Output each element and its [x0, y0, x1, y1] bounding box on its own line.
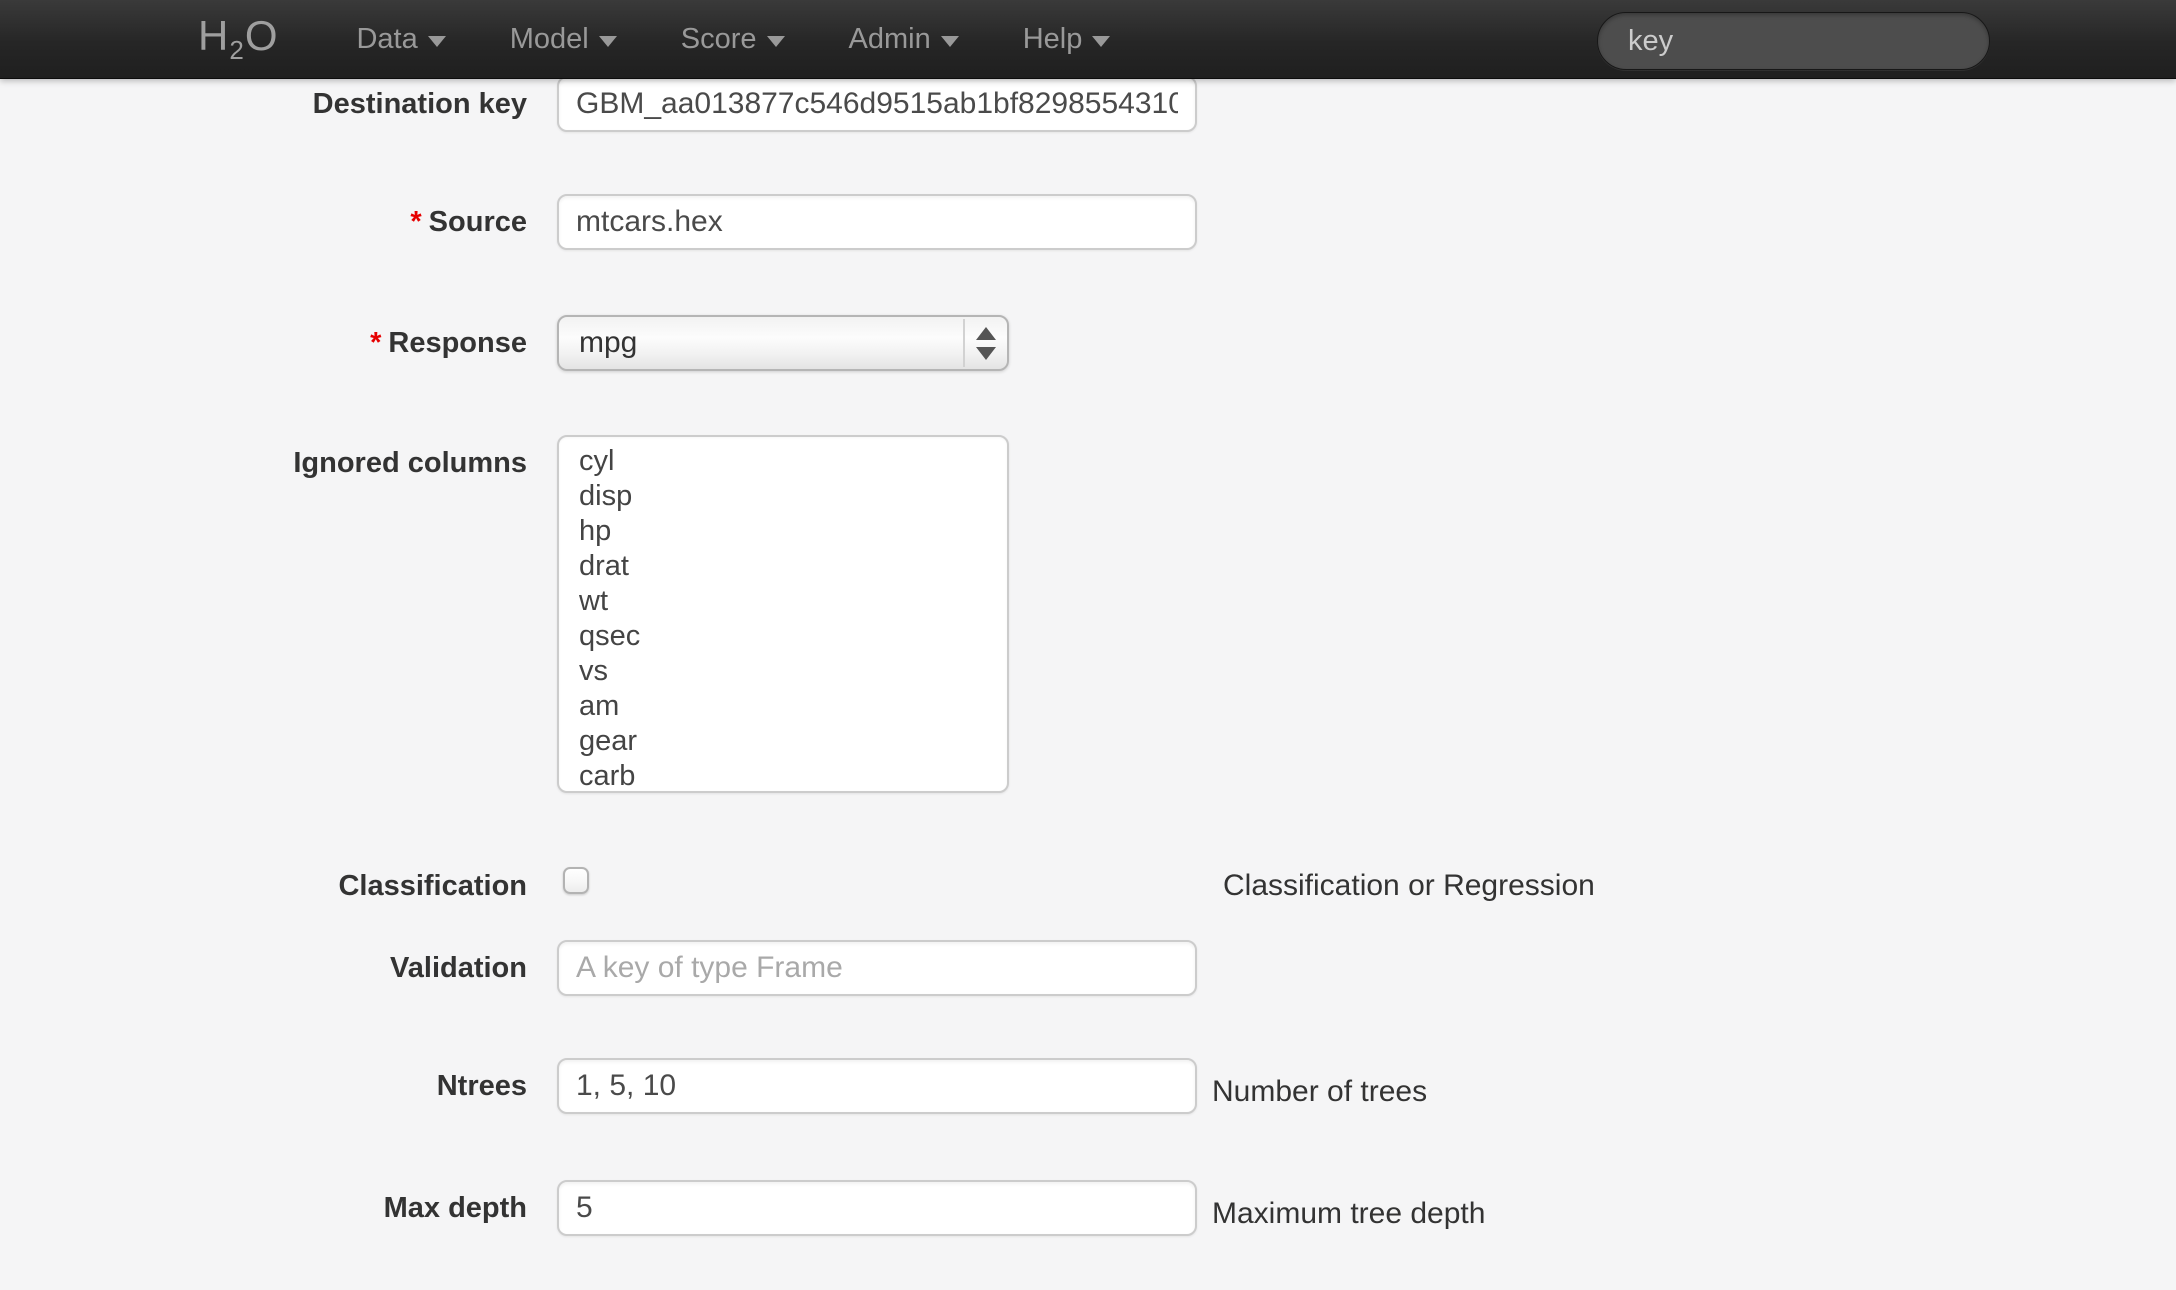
label-classification: Classification [0, 858, 527, 914]
nav-item-score[interactable]: Score [649, 0, 817, 79]
logo-o: O [245, 12, 279, 59]
ntrees-input[interactable] [557, 1058, 1197, 1114]
response-select-value: mpg [579, 326, 637, 360]
label-validation: Validation [0, 940, 527, 996]
listbox-option[interactable]: hp [559, 514, 1007, 549]
listbox-option[interactable]: drat [559, 549, 1007, 584]
listbox-option[interactable]: disp [559, 479, 1007, 514]
caret-down-icon [428, 36, 446, 47]
caret-down-icon [941, 36, 959, 47]
h2o-logo[interactable]: H2O [198, 12, 278, 66]
listbox-option[interactable]: gear [559, 724, 1007, 759]
label-source: *Source [0, 194, 527, 250]
caret-down-icon [1092, 36, 1110, 47]
logo-sub: 2 [229, 35, 244, 65]
navbar-search-input[interactable] [1597, 12, 1990, 70]
caret-down-icon [599, 36, 617, 47]
listbox-option[interactable]: vs [559, 654, 1007, 689]
nav-item-model-label: Model [510, 23, 589, 56]
listbox-option[interactable]: cyl [559, 444, 1007, 479]
response-select[interactable]: mpg [557, 315, 1009, 371]
destination-key-input[interactable] [557, 76, 1197, 132]
label-response-text: Response [388, 327, 527, 359]
ignored-columns-listbox[interactable]: cyldisphpdratwtqsecvsamgearcarb [557, 435, 1009, 793]
required-asterisk: * [410, 206, 421, 238]
nav-item-data[interactable]: Data [324, 0, 477, 79]
source-input[interactable] [557, 194, 1197, 250]
label-source-text: Source [429, 206, 527, 238]
listbox-option[interactable]: carb [559, 759, 1007, 793]
label-response: *Response [0, 315, 527, 371]
label-ignored-columns: Ignored columns [0, 435, 527, 491]
nav-item-score-label: Score [681, 23, 757, 56]
nav-menu: Data Model Score Admin Help [324, 0, 1142, 79]
nav-item-admin[interactable]: Admin [817, 0, 991, 79]
listbox-option[interactable]: qsec [559, 619, 1007, 654]
listbox-option[interactable]: wt [559, 584, 1007, 619]
nav-item-model[interactable]: Model [478, 0, 649, 79]
navbar: H2O Data Model Score Admin Help [0, 0, 2176, 79]
classification-checkbox[interactable] [563, 867, 589, 894]
logo-h: H [198, 12, 229, 59]
select-stepper-icon [963, 319, 1007, 367]
help-classification: Classification or Regression [1223, 858, 1595, 914]
stepper-up-icon [976, 327, 996, 340]
nav-item-help-label: Help [1023, 23, 1083, 56]
label-validation-text: Validation [390, 952, 527, 984]
required-asterisk: * [370, 327, 381, 359]
label-max-depth: Max depth [0, 1180, 527, 1236]
label-destination-key: Destination key [0, 76, 527, 132]
validation-input[interactable] [557, 940, 1197, 996]
caret-down-icon [767, 36, 785, 47]
nav-item-help[interactable]: Help [991, 0, 1143, 79]
label-ntrees: Ntrees [0, 1058, 527, 1114]
stepper-down-icon [976, 347, 996, 360]
help-ntrees: Number of trees [1212, 1064, 1427, 1120]
nav-item-data-label: Data [356, 23, 417, 56]
listbox-option[interactable]: am [559, 689, 1007, 724]
max-depth-input[interactable] [557, 1180, 1197, 1236]
nav-item-admin-label: Admin [849, 23, 931, 56]
label-max-depth-text: Max depth [384, 1192, 527, 1224]
label-classification-text: Classification [338, 870, 527, 902]
label-ntrees-text: Ntrees [437, 1070, 527, 1102]
help-max-depth: Maximum tree depth [1212, 1186, 1485, 1242]
label-ignored-columns-text: Ignored columns [293, 447, 527, 479]
label-destination-key-text: Destination key [313, 88, 527, 120]
